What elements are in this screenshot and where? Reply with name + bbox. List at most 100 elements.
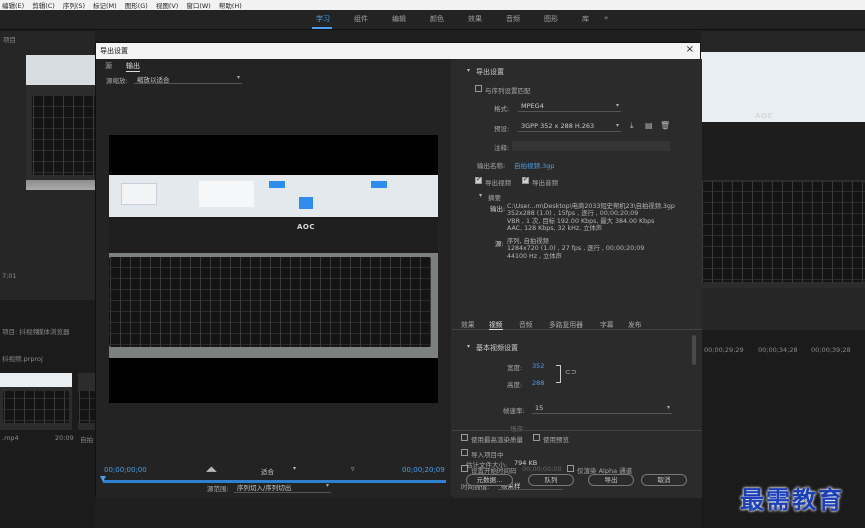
comment-label: 注释: — [494, 144, 510, 152]
workspace-tab-effects[interactable]: 效果 — [468, 14, 482, 24]
chevron-down-icon[interactable]: ▾ — [467, 343, 470, 350]
tab-publish[interactable]: 发布 — [628, 319, 642, 329]
preset-select[interactable]: 3GPP 352 x 288 H.263 ▾ — [518, 122, 621, 132]
tab-video[interactable]: 视频 — [489, 319, 503, 330]
tab-multiplexer[interactable]: 多路复用器 — [549, 319, 583, 329]
output-name-label: 输出名称: — [477, 162, 506, 170]
comment-input[interactable] — [512, 141, 670, 151]
scale-label: 源缩放: — [106, 77, 128, 85]
queue-button[interactable]: 队列 — [528, 474, 574, 486]
close-icon[interactable]: × — [686, 44, 694, 55]
bg-clip2-name: 自拍 — [80, 436, 93, 444]
crop-icon[interactable]: ▿ — [351, 465, 355, 473]
format-value: MPEG4 — [521, 102, 544, 110]
format-select[interactable]: MPEG4 ▾ — [518, 102, 621, 112]
cancel-button[interactable]: 取消 — [641, 474, 687, 486]
preview-pane: 源 输出 源缩放: 缩放以适合 ▾ AOC 00;00;00;00 ◢◣ 适合 … — [96, 59, 451, 498]
chevron-down-icon[interactable]: ▾ — [467, 67, 470, 74]
summary-output-line: AAC, 128 Kbps, 32 kHz, 立体声 — [507, 225, 603, 233]
summary-heading: 摘要 — [488, 194, 501, 202]
scale-select[interactable]: 缩放以适合 ▾ — [134, 74, 242, 84]
chevron-down-icon[interactable]: ▾ — [479, 192, 482, 199]
tab-captions[interactable]: 字幕 — [600, 319, 614, 329]
export-settings-heading: 导出设置 — [476, 68, 504, 76]
menu-marker[interactable]: 标记(M) — [91, 0, 123, 10]
menu-clip[interactable]: 剪辑(C) — [30, 0, 61, 10]
import-project-checkbox[interactable] — [461, 449, 468, 456]
workspace-tab-color[interactable]: 颜色 — [430, 14, 444, 24]
program-monitor-frame: AOC — [701, 52, 865, 288]
output-name-link[interactable]: 自拍视频.3gp — [514, 160, 554, 170]
basic-video-heading: 基本视频设置 — [476, 344, 518, 352]
tab-effects[interactable]: 效果 — [461, 319, 475, 329]
workspace-more-icon[interactable]: » — [604, 14, 608, 22]
height-value[interactable]: 288 — [532, 379, 544, 387]
field-order-label: 场序: — [510, 425, 526, 433]
width-value[interactable]: 352 — [532, 362, 544, 370]
import-preset-icon[interactable]: ▤ — [645, 121, 653, 130]
menu-help[interactable]: 帮助(H) — [217, 0, 248, 10]
workspace-tab-graphics[interactable]: 图形 — [544, 14, 558, 24]
timecode-start[interactable]: 00;00;00;00 — [104, 466, 147, 474]
use-preview-label: 使用预览 — [543, 436, 569, 444]
fit-value[interactable]: 适合 — [261, 466, 274, 476]
set-in-point-icon[interactable]: ◢◣ — [206, 465, 217, 473]
filesize-label: 估计文件大小: — [466, 461, 508, 469]
render-alpha-checkbox[interactable] — [567, 465, 574, 472]
preview-frame: AOC — [109, 175, 438, 358]
save-preset-icon[interactable]: ⤓ — [630, 121, 634, 131]
menu-graphics[interactable]: 图形(G) — [123, 0, 154, 10]
export-video-checkbox[interactable] — [475, 175, 482, 184]
menu-edit[interactable]: 编辑(E) — [0, 0, 30, 10]
bg-project-name: 抖视频.prproj — [2, 355, 43, 363]
workspace-tab-audio[interactable]: 音频 — [506, 14, 520, 24]
width-label: 宽度: — [507, 364, 523, 372]
bg-media-browser-tab[interactable]: 媒体浏览器 — [37, 326, 70, 336]
source-range-select[interactable]: 序列切入/序列切出 ▾ — [234, 482, 331, 493]
bg-clip1-name: .mp4 — [2, 434, 19, 442]
menu-window[interactable]: 窗口(W) — [184, 0, 217, 10]
link-icon[interactable]: ⊂⊃ — [565, 368, 577, 376]
match-sequence-label: 与序列设置匹配 — [485, 87, 531, 95]
delete-preset-icon[interactable]: 🗑 — [660, 121, 670, 130]
source-scaling: 源缩放: 缩放以适合 ▾ — [96, 72, 451, 86]
bg-timeline-tick-3: 00;00;39;28 — [811, 346, 851, 354]
bg-left-timecode: 7;01 — [2, 272, 17, 280]
bg-clip1-thumb[interactable] — [0, 373, 72, 430]
frame-rate-select[interactable]: 15 ▾ — [532, 404, 672, 414]
preset-value: 3GPP 352 x 288 H.263 — [521, 122, 595, 130]
export-audio-checkbox[interactable] — [522, 175, 529, 184]
bg-clip2-thumb[interactable] — [78, 373, 95, 430]
max-render-label: 使用最高渲染质量 — [471, 436, 523, 444]
preset-label: 预设: — [494, 125, 510, 133]
workspace-tab-assembly[interactable]: 组件 — [354, 14, 368, 24]
tab-source[interactable]: 源 — [105, 61, 112, 71]
video-preview: AOC — [109, 135, 438, 403]
export-button[interactable]: 导出 — [588, 474, 634, 486]
bg-top-left-label: 项目 — [3, 36, 16, 44]
frame-rate-value: 15 — [535, 404, 544, 412]
workspace-tab-editing[interactable]: 编辑 — [392, 14, 406, 24]
dialog-title: 导出设置 — [100, 47, 128, 55]
bg-clip1-duration: 20;09 — [55, 434, 74, 442]
summary-output: C:\User...m\Desktop\电商2033短史帮机23\自拍视频.3g… — [507, 203, 675, 233]
match-sequence-checkbox[interactable] — [475, 85, 482, 92]
settings-scrollbar[interactable] — [692, 335, 696, 365]
max-render-checkbox[interactable] — [461, 434, 468, 441]
menu-view[interactable]: 视图(V) — [154, 0, 185, 10]
export-video-label: 导出视频 — [485, 179, 511, 187]
summary-source-label: 源: — [495, 240, 504, 248]
workspace-tab-learn[interactable]: 学习 — [316, 14, 330, 24]
menu-sequence[interactable]: 序列(S) — [61, 0, 91, 10]
settings-pane: ▾ 导出设置 与序列设置匹配 格式: MPEG4 ▾ 预设: 3GPP 352 … — [452, 59, 702, 498]
workspace-tab-libraries[interactable]: 库 — [582, 14, 589, 24]
chevron-down-icon[interactable]: ▾ — [293, 465, 296, 472]
timecode-end[interactable]: 00;00;20;09 — [402, 466, 445, 474]
tab-audio[interactable]: 音频 — [519, 319, 533, 329]
use-preview-checkbox[interactable] — [533, 434, 540, 441]
bg-source-thumbnail — [26, 55, 95, 190]
watermark-logo: 最需教育 — [740, 485, 844, 514]
tab-output[interactable]: 输出 — [126, 61, 140, 72]
import-project-label: 导入项目中 — [471, 451, 504, 459]
metadata-button[interactable]: 元数据... — [466, 474, 513, 486]
